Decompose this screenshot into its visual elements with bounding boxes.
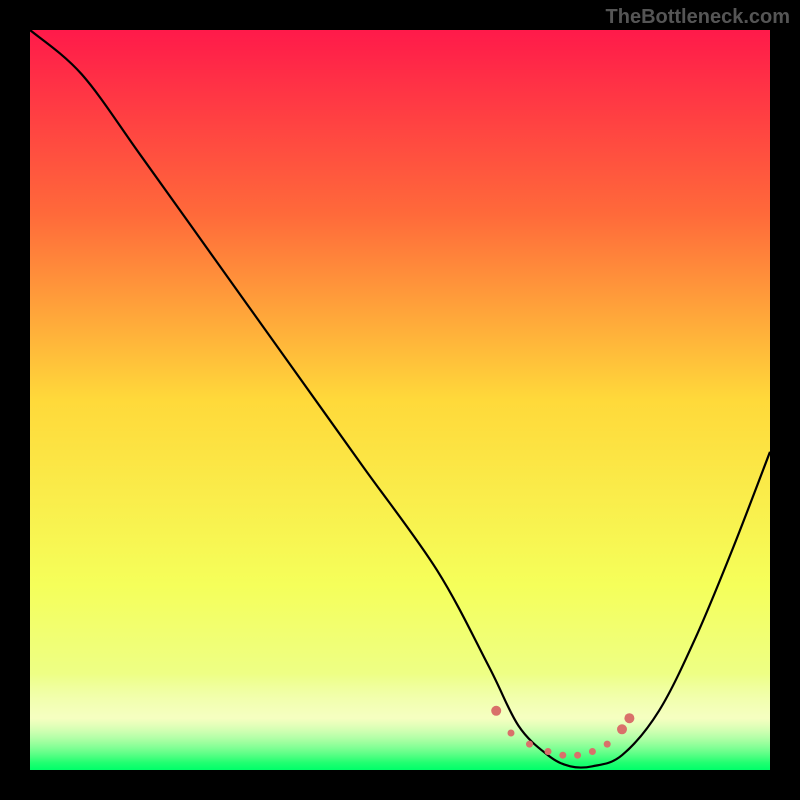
marker-dot <box>604 741 611 748</box>
glow-band <box>30 674 770 763</box>
plot-background <box>30 30 770 770</box>
watermark-text: TheBottleneck.com <box>606 6 790 29</box>
marker-dot <box>508 730 515 737</box>
marker-dot <box>624 713 634 723</box>
chart-container: { "watermark": "TheBottleneck.com", "cha… <box>0 0 800 800</box>
marker-dot <box>559 752 566 759</box>
marker-dot <box>491 706 501 716</box>
marker-dot <box>589 748 596 755</box>
bottleneck-chart <box>0 0 800 800</box>
marker-dot <box>545 748 552 755</box>
marker-dot <box>574 752 581 759</box>
marker-dot <box>617 724 627 734</box>
marker-dot <box>526 741 533 748</box>
